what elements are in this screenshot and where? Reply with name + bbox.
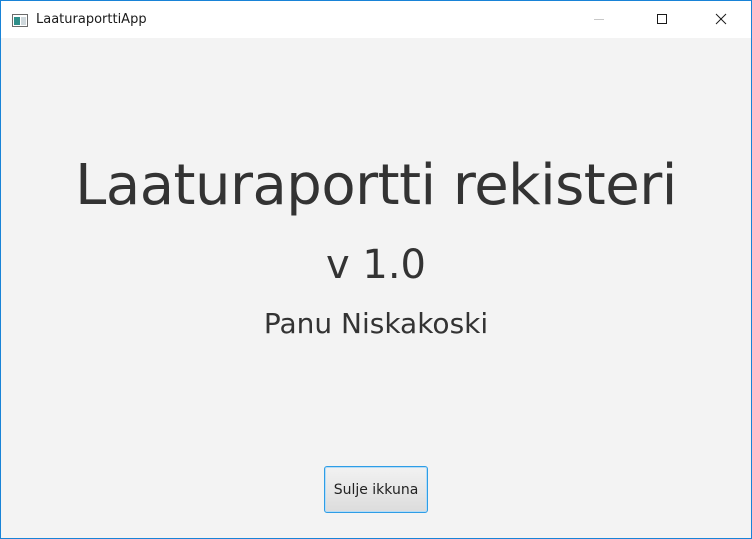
window-title: LaaturaporttiApp [36, 12, 147, 27]
author-label: Panu Niskakoski [263, 307, 489, 340]
app-window-icon [12, 12, 28, 27]
maximize-icon [656, 10, 668, 29]
main-content: Laaturaportti rekisteri v 1.0 Panu Niska… [1, 38, 751, 538]
app-heading: Laaturaportti rekisteri [75, 153, 677, 218]
close-window-action-button[interactable]: Sulje ikkuna [324, 466, 428, 513]
maximize-button[interactable] [639, 1, 685, 38]
title-bar[interactable]: LaaturaporttiApp [1, 1, 751, 38]
minimize-icon [593, 10, 605, 29]
app-window: LaaturaporttiApp Laaturaportti rekisteri… [0, 0, 752, 539]
close-window-button[interactable] [698, 1, 744, 38]
minimize-button[interactable] [576, 1, 622, 38]
version-label: v 1.0 [326, 242, 426, 288]
close-icon [715, 10, 727, 29]
